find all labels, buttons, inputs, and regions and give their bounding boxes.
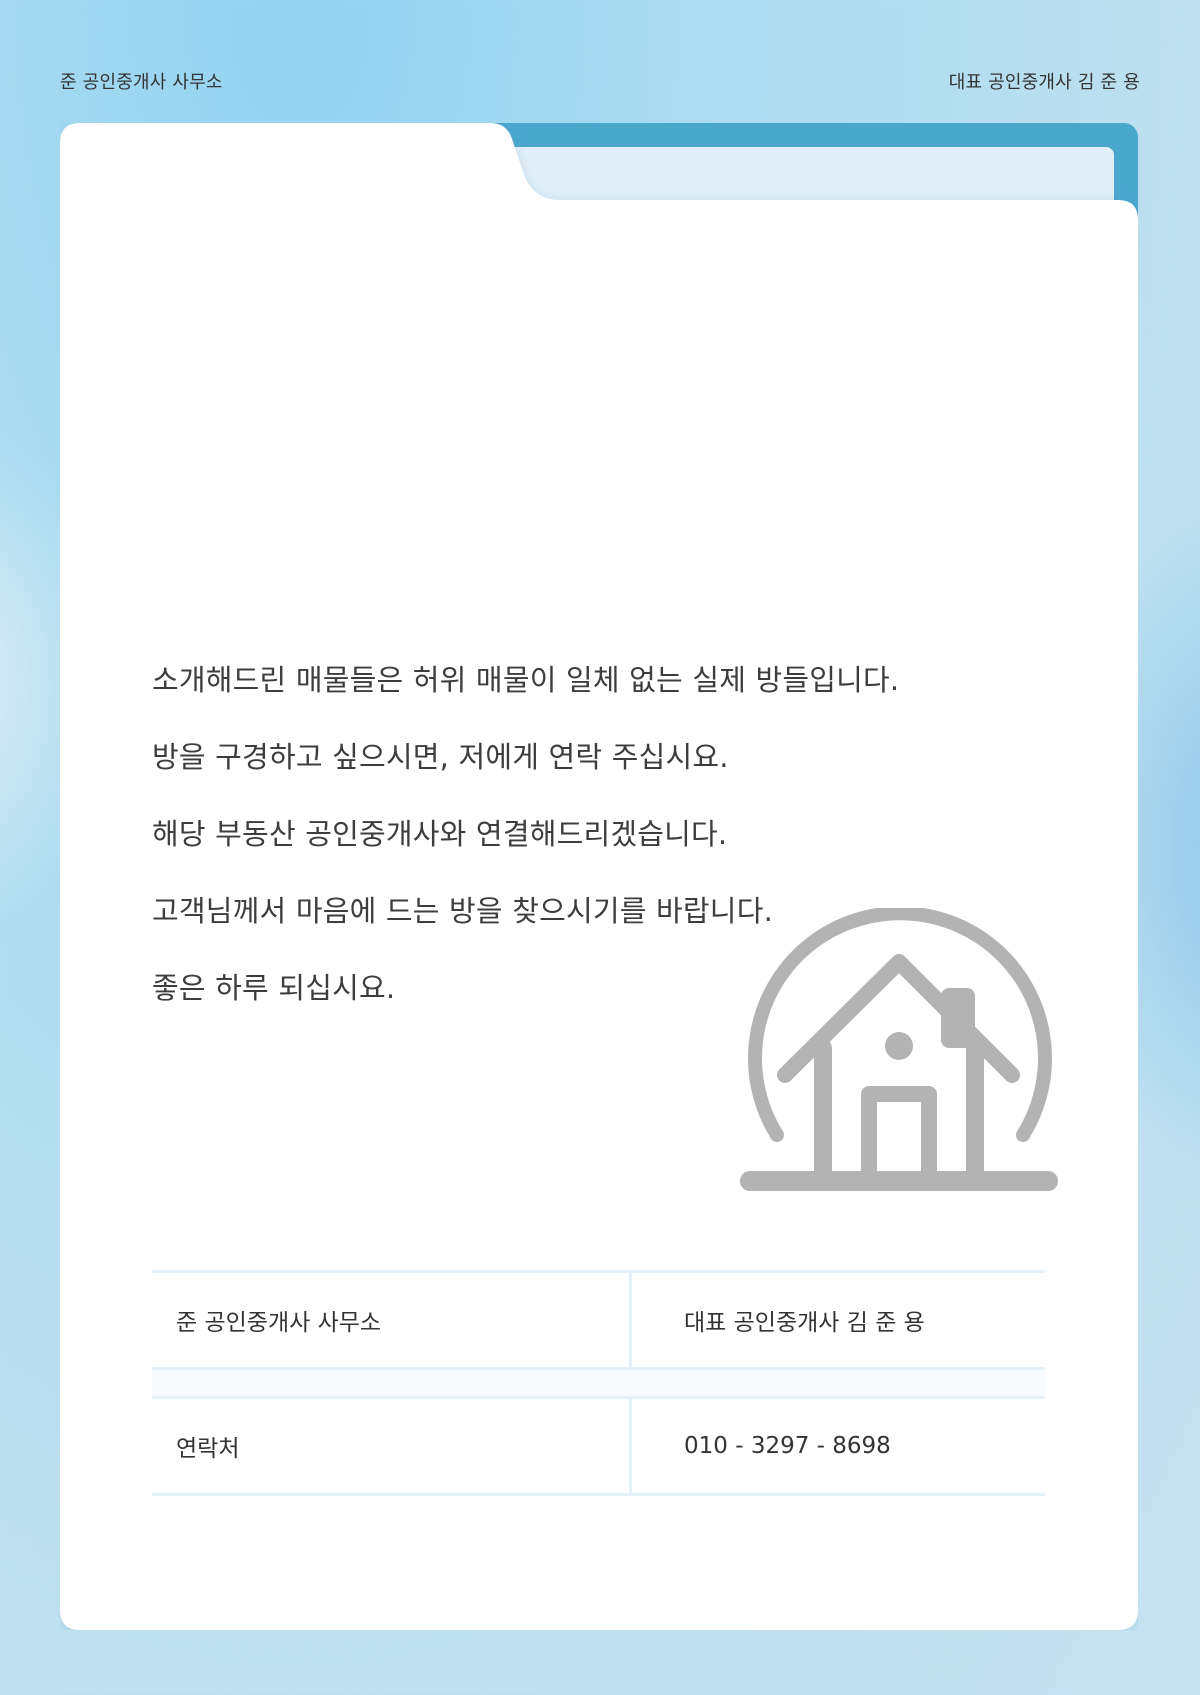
info-table: 준 공인중개사 사무소 대표 공인중개사 김 준 용 연락처 010 - 329… [152,1270,1045,1496]
header-office-name: 준 공인중개사 사무소 [60,72,223,93]
table-row: 연락처 010 - 3297 - 8698 [152,1396,1045,1496]
table-cell-contact-label: 연락처 [152,1399,632,1493]
message-line: 방을 구경하고 싶으시면, 저에게 연락 주십시요. [152,740,729,774]
message-line: 해당 부동산 공인중개사와 연결해드리겠습니다. [152,817,728,851]
header-representative: 대표 공인중개사 김 준 용 [948,72,1140,93]
table-divider [152,1370,1045,1396]
table-row: 준 공인중개사 사무소 대표 공인중개사 김 준 용 [152,1270,1045,1370]
table-cell-representative: 대표 공인중개사 김 준 용 [684,1310,925,1336]
message-line: 소개해드린 매물들은 허위 매물이 일체 없는 실제 방들입니다. [152,663,900,697]
table-cell-phone: 010 - 3297 - 8698 [684,1433,891,1459]
table-cell-office: 준 공인중개사 사무소 [152,1273,632,1367]
house-icon [740,906,1058,1196]
